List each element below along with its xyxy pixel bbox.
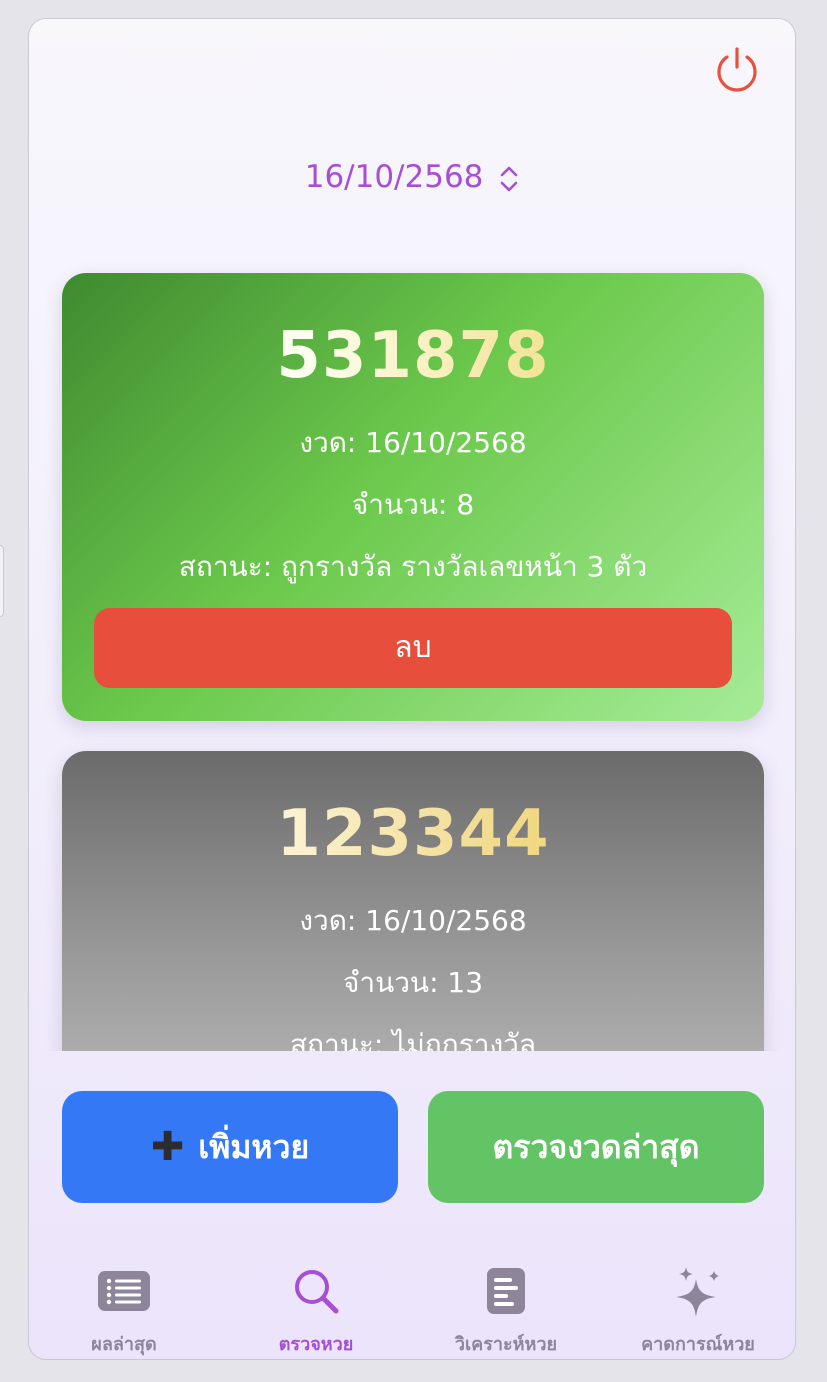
add-ticket-button[interactable]: ✚ เพิ่มหวย: [62, 1091, 398, 1203]
ticket-status: สถานะ: ไม่ถูกรางวัล: [289, 1028, 537, 1052]
action-bar: ✚ เพิ่มหวย ตรวจงวดล่าสุด: [62, 1091, 764, 1203]
ticket-card: 123344 งวด: 16/10/2568 จำนวน: 13 สถานะ: …: [62, 751, 764, 1051]
check-latest-draw-button[interactable]: ตรวจงวดล่าสุด: [428, 1091, 764, 1203]
delete-button[interactable]: ลบ: [94, 608, 732, 688]
chevron-up-down-icon: [500, 166, 518, 191]
power-button[interactable]: [713, 45, 761, 93]
list-icon: [98, 1271, 150, 1311]
search-icon: [295, 1270, 339, 1314]
ticket-draw: งวด: 16/10/2568: [299, 426, 527, 459]
sparkles-icon: [676, 1267, 719, 1317]
ticket-list[interactable]: 531878 งวด: 16/10/2568 จำนวน: 8 สถานะ: ถ…: [29, 249, 795, 1051]
tab-latest-results[interactable]: ผลล่าสุด: [29, 1259, 219, 1358]
tab-predict-lottery[interactable]: คาดการณ์หวย: [603, 1259, 793, 1358]
document-chart-icon: [487, 1268, 525, 1314]
ticket-number: 123344: [62, 797, 764, 871]
ticket-number: 531878: [62, 319, 764, 393]
ticket-draw: งวด: 16/10/2568: [299, 904, 527, 937]
tab-check-lottery[interactable]: ตรวจหวย: [221, 1259, 411, 1358]
tab-bar: ผลล่าสุด ตรวจหวย วิเคราะห์หวย คาดการณ์หว…: [29, 1259, 795, 1359]
tab-label: ผลล่าสุด: [91, 1334, 157, 1355]
ticket-quantity: จำนวน: 13: [342, 966, 484, 999]
app-window: 16/10/2568 531878 งวด: 16/10/2568 จำนวน:…: [28, 18, 796, 1360]
tab-analyze-lottery[interactable]: วิเคราะห์หวย: [411, 1259, 601, 1358]
ticket-card: 531878 งวด: 16/10/2568 จำนวน: 8 สถานะ: ถ…: [62, 273, 764, 721]
add-ticket-label: เพิ่มหวย: [198, 1127, 310, 1166]
selected-date: 16/10/2568: [304, 159, 484, 195]
date-picker[interactable]: 16/10/2568: [29, 159, 795, 195]
tab-label: คาดการณ์หวย: [641, 1334, 755, 1355]
power-icon: [717, 47, 757, 92]
ticket-status: สถานะ: ถูกรางวัล รางวัลเลขหน้า 3 ตัว: [178, 550, 648, 583]
ticket-quantity: จำนวน: 8: [351, 488, 475, 521]
tab-label: วิเคราะห์หวย: [454, 1334, 558, 1355]
side-drag-handle[interactable]: [0, 545, 4, 617]
tab-label: ตรวจหวย: [278, 1334, 354, 1355]
plus-icon: ✚: [150, 1124, 185, 1170]
